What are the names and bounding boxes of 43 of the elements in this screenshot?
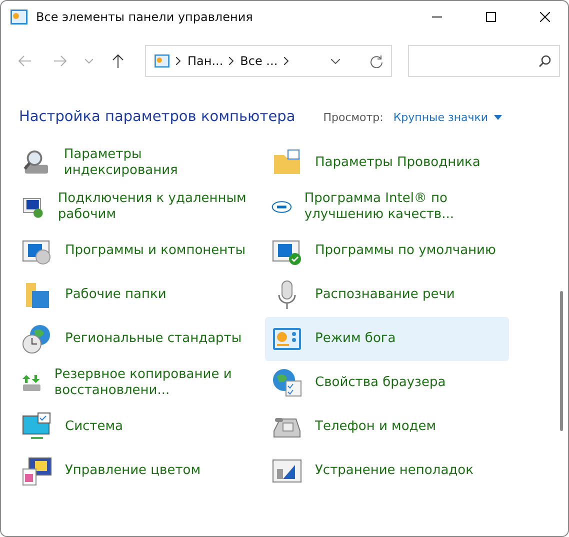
globe-clock-icon: [21, 323, 53, 355]
control-panel-item[interactable]: Управление цветом: [15, 449, 259, 493]
control-panel-item[interactable]: Параметры индексирования: [15, 141, 259, 185]
page-heading: Настройка параметров компьютера: [19, 109, 296, 125]
control-panel-item[interactable]: Режим бога: [265, 317, 509, 361]
control-panel-item[interactable]: Программы и компоненты: [15, 229, 259, 273]
control-panel-item[interactable]: Резервное копирование и восстановлени...: [15, 361, 259, 405]
arrow-up-icon: [112, 54, 124, 68]
window-title: Все элементы панели управления: [36, 10, 254, 24]
chevron-right-icon: [284, 57, 289, 65]
address-bar[interactable]: Пан... Все ...: [145, 45, 392, 77]
chevron-right-icon: [229, 57, 234, 65]
control-panel-item[interactable]: Устранение неполадок: [265, 449, 509, 493]
arrow-right-icon: [52, 55, 67, 67]
control-panel-item[interactable]: Свойства браузера: [265, 361, 509, 405]
view-label: Просмотр:: [323, 110, 384, 124]
arrow-left-icon: [18, 55, 32, 67]
control-panel-icon: [10, 9, 28, 25]
control-panel-item[interactable]: Распознавание речи: [265, 273, 509, 317]
control-panel-item[interactable]: Подключения к удаленным рабочим: [15, 185, 259, 229]
control-panel-item[interactable]: Программы по умолчанию: [265, 229, 509, 273]
control-panel-item[interactable]: Программа Intel® по улучшению качеств...: [265, 185, 509, 229]
scrollbar-thumb[interactable]: [560, 291, 562, 431]
chevron-down-icon[interactable]: [331, 58, 340, 64]
refresh-icon[interactable]: [370, 54, 384, 68]
control-panel-item[interactable]: Параметры Проводника: [265, 141, 509, 185]
maximize-icon: [486, 12, 496, 22]
chevron-down-icon: [84, 58, 93, 64]
search-icon: [538, 55, 551, 67]
control-panel-item[interactable]: Система: [15, 405, 259, 449]
caret-icon: [494, 114, 502, 120]
breadcrumb-item[interactable]: Все ...: [240, 54, 278, 68]
breadcrumb-item[interactable]: Пан...: [187, 54, 224, 68]
color-monitor-icon: [21, 455, 53, 487]
close-icon: [540, 12, 550, 22]
globe-checklist-icon: [271, 367, 303, 399]
view-dropdown[interactable]: Крупные значки: [393, 110, 502, 124]
control-panel-item[interactable]: Рабочие папки: [15, 273, 259, 317]
chevron-right-icon: [176, 57, 182, 65]
search-field[interactable]: [408, 45, 560, 77]
control-panel-icon: [154, 54, 170, 68]
control-panel-item[interactable]: Телефон и модем: [265, 405, 509, 449]
control-panel-item[interactable]: Региональные стандарты: [15, 317, 259, 361]
